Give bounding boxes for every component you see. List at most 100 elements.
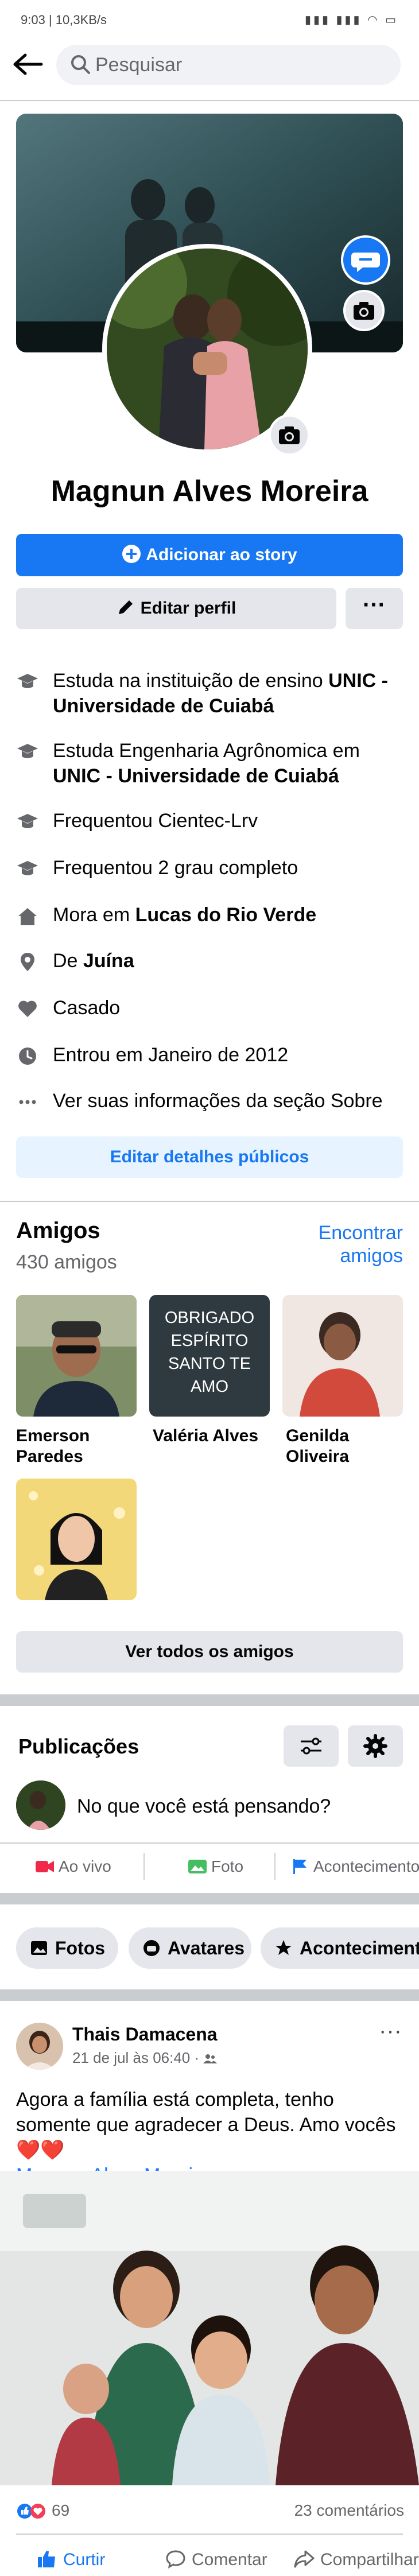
photo-label: Foto xyxy=(211,1857,244,1875)
friend-photo[interactable] xyxy=(16,1479,137,1600)
edit-avatar-button[interactable] xyxy=(269,414,310,456)
action-separator xyxy=(143,1853,145,1880)
flag-icon xyxy=(293,1859,307,1874)
life-events-chip[interactable]: Acontecimentos xyxy=(261,1927,419,1969)
about-row-text: Frequentou 2 grau completo xyxy=(53,855,403,880)
post-author-avatar[interactable] xyxy=(16,2023,63,2070)
about-row-text: Estuda Engenharia Agrônomica em UNIC - U… xyxy=(53,738,403,789)
photos-icon xyxy=(31,1941,47,1955)
graduation-cap-icon xyxy=(17,814,38,828)
live-video-button[interactable]: Ao vivo xyxy=(36,1855,111,1878)
posts-title: Publicações xyxy=(18,1735,139,1758)
share-arrow-icon xyxy=(294,2550,315,2568)
friend-photo[interactable] xyxy=(16,1295,137,1417)
status-time: 9:03 | 10,3KB/s xyxy=(21,13,107,27)
section-divider xyxy=(0,1201,419,1202)
photos-chip-label: Fotos xyxy=(55,1938,106,1958)
add-story-button[interactable]: Adicionar ao story xyxy=(16,534,403,576)
camera-icon xyxy=(279,426,300,444)
about-row-prefix: Estuda na instituição de ensino xyxy=(53,670,329,692)
friends-title: Amigos xyxy=(16,1218,100,1243)
avatars-chip[interactable]: Avatares xyxy=(129,1927,251,1969)
gear-icon xyxy=(363,1734,387,1758)
comment-icon xyxy=(166,2550,185,2569)
location-pin-icon xyxy=(21,953,34,971)
photo-icon xyxy=(188,1860,207,1873)
post-photo[interactable] xyxy=(0,2171,419,2485)
like-love-reactions-icon xyxy=(17,2504,45,2519)
about-row-text: Ver suas informações da seção Sobre xyxy=(53,1088,403,1114)
edit-cover-button[interactable] xyxy=(343,290,385,331)
home-icon xyxy=(18,908,37,925)
composer-divider xyxy=(0,1842,419,1844)
comments-count[interactable]: 23 comentários xyxy=(294,2501,404,2520)
find-friends-link[interactable]: Encontrar amigos xyxy=(310,1221,403,1267)
about-row-highlight[interactable]: Juína xyxy=(83,950,134,972)
more-options-button[interactable]: ··· xyxy=(346,588,403,629)
graduation-cap-icon xyxy=(17,861,38,875)
graduation-cap-icon xyxy=(17,674,38,688)
friend-photo[interactable] xyxy=(282,1295,403,1417)
friend-name[interactable]: Genilda Oliveira xyxy=(286,1426,412,1467)
filter-posts-button[interactable] xyxy=(284,1725,339,1767)
post-timestamp[interactable]: 21 de jul às 06:40 · xyxy=(72,2049,203,2066)
reactions-summary[interactable]: 69 xyxy=(16,2501,69,2520)
plus-circle-icon xyxy=(122,545,141,563)
edit-profile-label: Editar perfil xyxy=(140,599,236,618)
comment-label: Comentar xyxy=(192,2550,267,2569)
photo-button[interactable]: Foto xyxy=(188,1855,243,1878)
star-icon xyxy=(276,1940,292,1955)
photos-chip[interactable]: Fotos xyxy=(16,1927,118,1969)
section-divider xyxy=(0,1989,419,2001)
section-divider xyxy=(0,1893,419,1904)
thumbs-up-icon xyxy=(38,2551,55,2567)
about-row-text: Mora em Lucas do Rio Verde xyxy=(53,902,403,928)
share-label: Compartilhar xyxy=(320,2550,419,2569)
sliders-icon xyxy=(301,1737,321,1755)
edit-public-details-button[interactable]: Editar detalhes públicos xyxy=(16,1136,403,1178)
back-arrow-icon[interactable] xyxy=(10,53,45,76)
composer-input[interactable]: No que você está pensando? xyxy=(77,1795,331,1818)
add-story-label: Adicionar ao story xyxy=(146,545,297,564)
search-icon xyxy=(71,55,90,74)
post-options-button[interactable]: ··· xyxy=(379,2018,402,2044)
about-row-prefix: De xyxy=(53,950,83,972)
about-row-highlight[interactable]: Lucas do Rio Verde xyxy=(135,904,317,926)
see-all-friends-button[interactable]: Ver todos os amigos xyxy=(16,1631,403,1673)
post-settings-button[interactable] xyxy=(348,1725,403,1767)
clock-icon xyxy=(19,1048,36,1065)
like-label: Curtir xyxy=(63,2550,106,2569)
life-event-label: Acontecimento xyxy=(313,1857,419,1875)
about-row-prefix: Estuda Engenharia Agrônomica em xyxy=(53,740,360,762)
about-row-prefix: Ver suas informações da seção Sobre xyxy=(53,1090,383,1112)
pencil-icon xyxy=(118,600,133,614)
about-row-highlight[interactable]: UNIC - Universidade de Cuiabá xyxy=(53,765,339,787)
edit-profile-button[interactable]: Editar perfil xyxy=(16,588,336,629)
ellipsis-icon xyxy=(19,1100,36,1104)
life-event-button[interactable]: Acontecimento xyxy=(292,1855,419,1878)
about-row-prefix: Entrou em Janeiro de 2012 xyxy=(53,1044,289,1066)
like-button[interactable]: Curtir xyxy=(37,2548,105,2571)
post-actions-divider xyxy=(16,2534,403,2535)
graduation-cap-icon xyxy=(17,744,38,758)
about-row-text: Estuda na instituição de ensino UNIC - U… xyxy=(53,668,403,719)
about-row-text: Casado xyxy=(53,995,403,1021)
comment-button[interactable]: Comentar xyxy=(165,2548,267,2571)
story-archive-button[interactable] xyxy=(341,235,390,285)
friend-name[interactable]: Emerson Paredes xyxy=(16,1426,142,1467)
about-row-prefix: Frequentou 2 grau completo xyxy=(53,857,298,879)
avatars-chip-label: Avatares xyxy=(168,1938,245,1958)
composer-avatar[interactable] xyxy=(16,1780,65,1830)
friend-name[interactable]: Valéria Alves xyxy=(153,1426,279,1446)
friends-audience-icon xyxy=(203,2054,218,2063)
video-camera-icon xyxy=(36,1861,54,1872)
chat-bubble-icon xyxy=(351,253,380,272)
action-separator xyxy=(274,1853,276,1880)
post-body: Agora a família está completa, tenho som… xyxy=(16,2089,396,2161)
section-divider xyxy=(0,1694,419,1706)
share-button[interactable]: Compartilhar xyxy=(294,2548,419,2571)
about-row-prefix: Casado xyxy=(53,997,121,1019)
post-author-name[interactable]: Thais Damacena xyxy=(72,2024,218,2045)
friend-photo[interactable]: OBRIGADO ESPÍRITO SANTO TE AMO xyxy=(149,1295,270,1417)
reactions-count: 69 xyxy=(52,2501,70,2519)
